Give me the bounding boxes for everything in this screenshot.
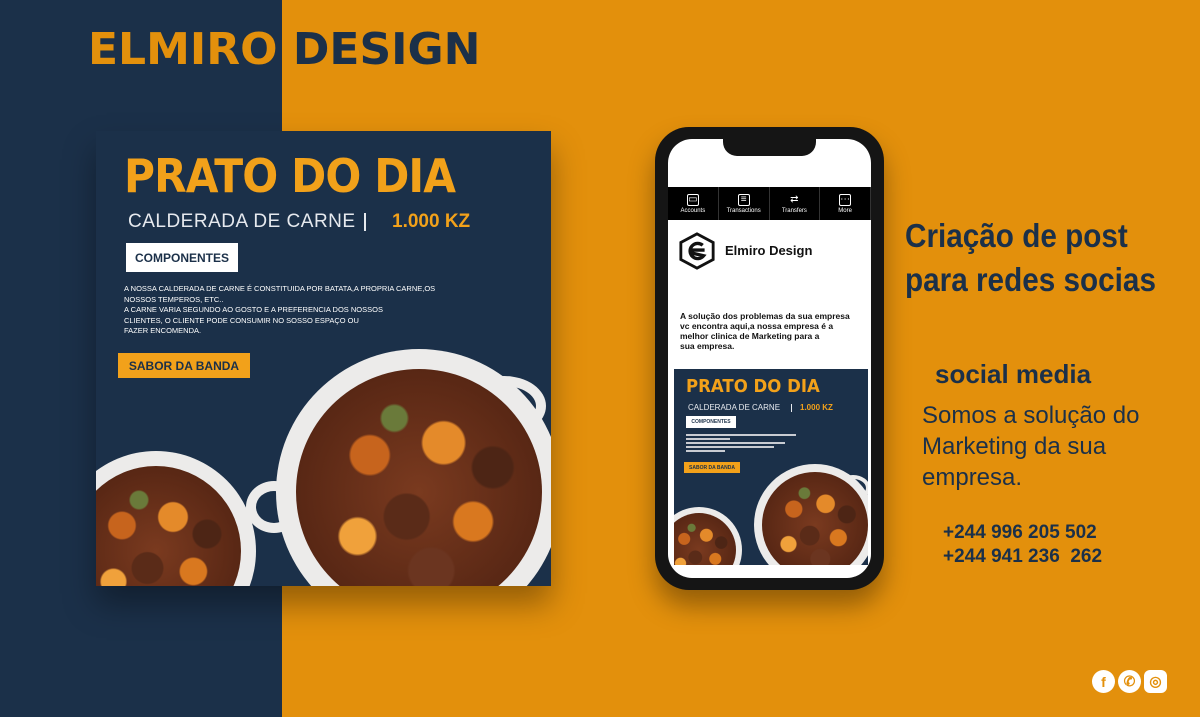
mini-post-separator: [791, 404, 792, 412]
phone-notch: [723, 139, 816, 156]
phone-screen: ▭ Accounts ≡ Transactions ⇄ Transfers ⋯ …: [668, 139, 871, 578]
elmiro-logo-icon: [679, 232, 715, 270]
card-icon: ▭: [686, 193, 699, 206]
more-icon: ⋯: [839, 193, 852, 206]
phone-number[interactable]: +244 996 205 502: [943, 521, 1102, 545]
mini-stew-bowl-large: [754, 464, 868, 565]
profile-description: A solução dos problemas da sua empresa v…: [680, 311, 866, 351]
social-media-text-line: Somos a solução do: [922, 402, 1140, 429]
profile-description-line: melhor clinica de Marketing para a: [680, 331, 820, 341]
headline-line: para redes socias: [905, 261, 1156, 298]
whatsapp-icon[interactable]: ✆: [1118, 670, 1141, 693]
post-price: 1.000 KZ: [392, 211, 471, 232]
brand-part-2: DESIGN: [292, 24, 481, 75]
list-icon: ≡: [737, 193, 750, 206]
profile-description-line: A solução dos problemas da sua empresa: [680, 311, 850, 321]
post-description-line: CLIENTES, O CLIENTE PODE CONSUMIR NO SOS…: [124, 315, 359, 325]
brand-title: ELMIRO DESIGN: [88, 24, 480, 75]
mini-stew-bowl-small: [674, 507, 742, 565]
phone-mockup: ▭ Accounts ≡ Transactions ⇄ Transfers ⋯ …: [655, 127, 884, 590]
post-title: PRATO DO DIA: [124, 149, 456, 203]
post-card: PRATO DO DIA CALDERADA DE CARNE 1.000 KZ…: [96, 131, 551, 586]
social-icons: f ✆ ◎: [1092, 670, 1167, 693]
profile-description-line: sua empresa.: [680, 341, 735, 351]
mini-post-subtitle: CALDERADA DE CARNE: [688, 403, 781, 412]
headline-line: Criação de post: [905, 217, 1128, 254]
tab-label: Transfers: [781, 207, 807, 214]
tab-label: Transactions: [726, 207, 761, 214]
mini-components-label: COMPONENTES: [686, 416, 736, 428]
tab-more[interactable]: ⋯ More: [820, 187, 871, 220]
phone-number[interactable]: +244 941 236 262: [943, 545, 1102, 569]
headline: Criação de post para redes socias: [905, 214, 1156, 302]
social-media-text-line: Marketing da sua: [922, 433, 1107, 460]
post-description-line: FAZER ENCOMENDA.: [124, 326, 202, 335]
stew-bowl-large: [276, 349, 551, 586]
swap-icon: ⇄: [790, 194, 799, 205]
social-media-text-line: empresa.: [922, 464, 1023, 491]
social-media-text: Somos a solução do Marketing da sua empr…: [922, 400, 1139, 493]
post-description: A NOSSA CALDERADA DE CARNE É CONSTITUIDA…: [124, 284, 454, 337]
facebook-icon[interactable]: f: [1092, 670, 1115, 693]
app-tab-bar: ▭ Accounts ≡ Transactions ⇄ Transfers ⋯ …: [668, 187, 871, 220]
profile-description-line: vc encontra aqui,a nossa empresa é a: [680, 321, 834, 331]
tab-label: More: [838, 207, 852, 214]
mini-post-preview[interactable]: PRATO DO DIA CALDERADA DE CARNE 1.000 KZ…: [674, 369, 868, 565]
post-subtitle: CALDERADA DE CARNE: [128, 211, 356, 232]
mini-description-lines: [686, 434, 796, 454]
contact-numbers: +244 996 205 502 +244 941 236 262: [943, 521, 1102, 569]
instagram-icon[interactable]: ◎: [1144, 670, 1167, 693]
sabor-tag: SABOR DA BANDA: [118, 353, 250, 378]
post-description-line: NOSSOS TEMPEROS, ETC..: [124, 294, 224, 304]
mini-sabor-tag: SABOR DA BANDA: [684, 462, 740, 473]
brand-part-1: ELMIRO: [88, 24, 278, 75]
tab-accounts[interactable]: ▭ Accounts: [668, 187, 719, 220]
post-separator: [364, 213, 366, 231]
social-media-label: social media: [935, 359, 1092, 389]
mini-post-price: 1.000 KZ: [800, 403, 833, 412]
post-description-line: A CARNE VARIA SEGUNDO AO GOSTO E A PREFE…: [124, 305, 383, 314]
mini-post-title: PRATO DO DIA: [686, 376, 820, 397]
tab-label: Accounts: [680, 207, 706, 214]
tab-transfers[interactable]: ⇄ Transfers: [770, 187, 821, 220]
profile-name: Elmiro Design: [725, 243, 813, 258]
components-button[interactable]: COMPONENTES: [126, 243, 238, 272]
tab-transactions[interactable]: ≡ Transactions: [719, 187, 770, 220]
post-description-line: A NOSSA CALDERADA DE CARNE É CONSTITUIDA…: [124, 284, 436, 293]
stew-bowl-small: [96, 451, 256, 586]
